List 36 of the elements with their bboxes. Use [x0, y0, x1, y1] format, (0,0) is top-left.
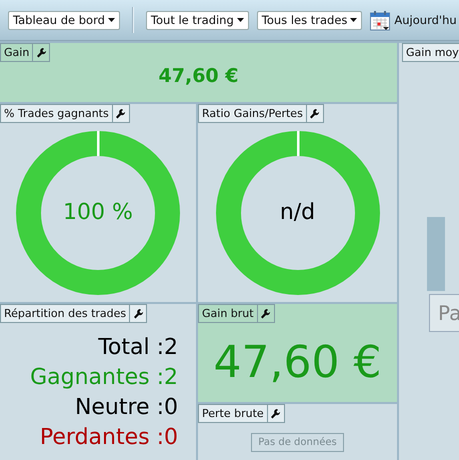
panel-title: Gain moy: [402, 43, 459, 62]
wrench-icon: [310, 108, 320, 118]
settings-button[interactable]: [130, 304, 148, 323]
panel-title: Gain: [0, 43, 34, 62]
dropdown-button[interactable]: Tout le trading: [146, 10, 249, 30]
wrench-icon: [36, 48, 46, 58]
settings-button[interactable]: [258, 304, 275, 323]
trade-count: Perdantes :0: [40, 424, 178, 452]
gross-gain-value: 47,60 €: [214, 337, 382, 388]
panel-title: Ratio Gains/Pertes: [198, 104, 307, 123]
wrench-icon: [261, 308, 270, 318]
calendar-icon: [370, 10, 390, 30]
trade-count: Total :2: [98, 334, 178, 362]
trade-count: Gagnantes :2: [30, 364, 178, 392]
panel-title: Perte brute: [198, 404, 268, 423]
gain-value: 47,60 €: [158, 65, 238, 87]
no-data-label: Pas de données: [251, 433, 344, 452]
caret-icon: [108, 18, 115, 22]
date-button[interactable]: Aujourd'hu: [370, 10, 457, 30]
dropdown-button[interactable]: Tous les trades: [256, 10, 362, 30]
caret-icon: [350, 18, 358, 22]
dropdown-button[interactable]: Tableau de bord: [8, 10, 120, 30]
wrench-icon: [134, 308, 143, 318]
panel-title: % Trades gagnants: [0, 104, 113, 123]
settings-button[interactable]: [112, 104, 130, 123]
panel-title: Gain brut: [198, 304, 258, 323]
settings-button[interactable]: [306, 104, 324, 123]
gauge-value: 100 %: [63, 200, 133, 225]
wrench-icon: [116, 108, 126, 118]
wrench-icon: [271, 408, 280, 418]
gauge-value: n/d: [280, 200, 316, 225]
panel-title: Répartition des trades: [0, 304, 130, 323]
settings-button[interactable]: [268, 404, 285, 423]
caret-icon: [236, 18, 244, 22]
trade-count: Neutre :0: [74, 394, 178, 422]
settings-button[interactable]: [33, 43, 50, 62]
